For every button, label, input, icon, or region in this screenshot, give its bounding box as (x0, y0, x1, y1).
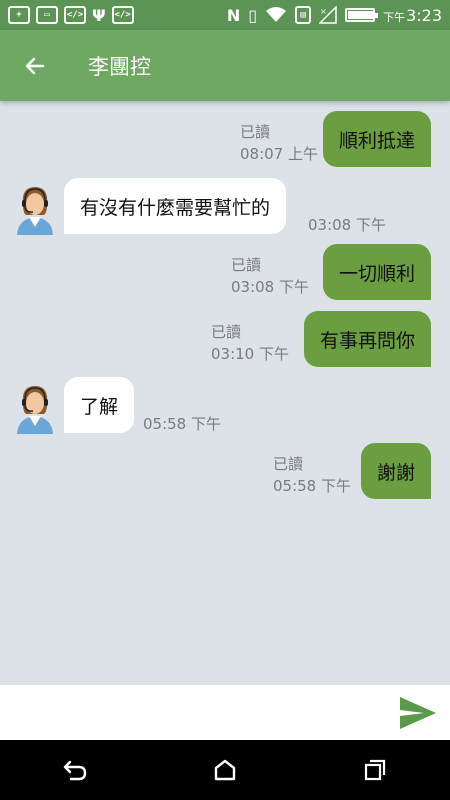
home-icon (214, 759, 236, 781)
message-row-outgoing: 已讀 08:07 上午 順利抵達 (0, 111, 450, 171)
message-meta: 已讀 05:58 下午 (273, 453, 351, 497)
no-signal-icon: × (319, 6, 337, 24)
incoming-message-bubble[interactable]: 了解 (64, 377, 135, 433)
home-nav-button[interactable] (205, 750, 245, 790)
message-row-outgoing: 已讀 03:08 下午 一切順利 (0, 244, 450, 304)
outgoing-message-bubble[interactable]: 一切順利 (322, 244, 431, 300)
image-icon: ▭ (36, 6, 58, 24)
message-time: 08:07 上午 (240, 145, 318, 163)
system-nav-bar (0, 740, 450, 800)
outgoing-message-bubble[interactable]: 謝謝 (360, 443, 431, 499)
code-icon: </> (111, 6, 134, 24)
sim-icon: ▤ (295, 6, 312, 24)
message-time: 03:10 下午 (211, 345, 289, 363)
recents-nav-button[interactable] (355, 750, 395, 790)
clock: 下午3:23 (383, 5, 442, 25)
notification-icons: + ▭ </> Ψ </> (8, 6, 134, 25)
nfc-icon: N (226, 5, 241, 25)
outgoing-message-bubble[interactable]: 有事再問你 (303, 311, 431, 367)
message-row-incoming: 有沒有什麼需要幫忙的 03:08 下午 (0, 178, 450, 238)
send-icon[interactable] (398, 695, 438, 731)
read-receipt: 已讀 (211, 323, 242, 341)
chat-title: 李團控 (88, 54, 151, 79)
system-icons: N ▯ ▤ × 下午3:23 (227, 6, 442, 25)
message-row-incoming: 了解 05:58 下午 (0, 377, 450, 437)
battery-icon (345, 8, 379, 22)
add-box-icon: + (8, 6, 30, 24)
app-bar: 李團控 (0, 30, 450, 101)
message-meta: 已讀 08:07 上午 (240, 121, 318, 165)
wifi-icon (266, 7, 287, 22)
message-composer (0, 685, 450, 740)
arrow-left-icon (25, 57, 45, 74)
vibrate-icon: ▯ (248, 5, 258, 25)
message-time: 05:58 下午 (273, 477, 351, 495)
back-nav-icon (63, 760, 87, 781)
message-list[interactable]: 已讀 08:07 上午 順利抵達 有沒有什麼需要幫忙的 03:08 下午 已讀 … (0, 101, 450, 685)
usb-icon: Ψ (92, 5, 106, 25)
agent-avatar-icon (17, 187, 53, 235)
message-time: 05:58 下午 (143, 415, 221, 433)
message-row-outgoing: 已讀 03:10 下午 有事再問你 (0, 311, 450, 371)
message-meta: 已讀 03:10 下午 (211, 321, 289, 365)
svg-text:×: × (320, 7, 327, 16)
back-nav-button[interactable] (55, 750, 95, 790)
status-bar: + ▭ </> Ψ </> N ▯ ▤ × 下午3:23 (0, 0, 450, 30)
read-receipt: 已讀 (273, 455, 304, 473)
read-receipt: 已讀 (240, 123, 271, 141)
incoming-message-bubble[interactable]: 有沒有什麼需要幫忙的 (64, 178, 287, 234)
agent-avatar-icon (17, 386, 53, 434)
message-meta: 已讀 03:08 下午 (231, 254, 309, 298)
code-icon: </> (64, 6, 86, 24)
message-time: 03:08 下午 (308, 216, 386, 234)
back-button[interactable] (0, 30, 70, 101)
message-row-outgoing: 已讀 05:58 下午 謝謝 (0, 443, 450, 503)
read-receipt: 已讀 (231, 256, 262, 274)
message-input[interactable] (10, 693, 380, 733)
message-time: 03:08 下午 (231, 278, 309, 296)
recents-icon (364, 759, 386, 781)
outgoing-message-bubble[interactable]: 順利抵達 (322, 111, 431, 167)
